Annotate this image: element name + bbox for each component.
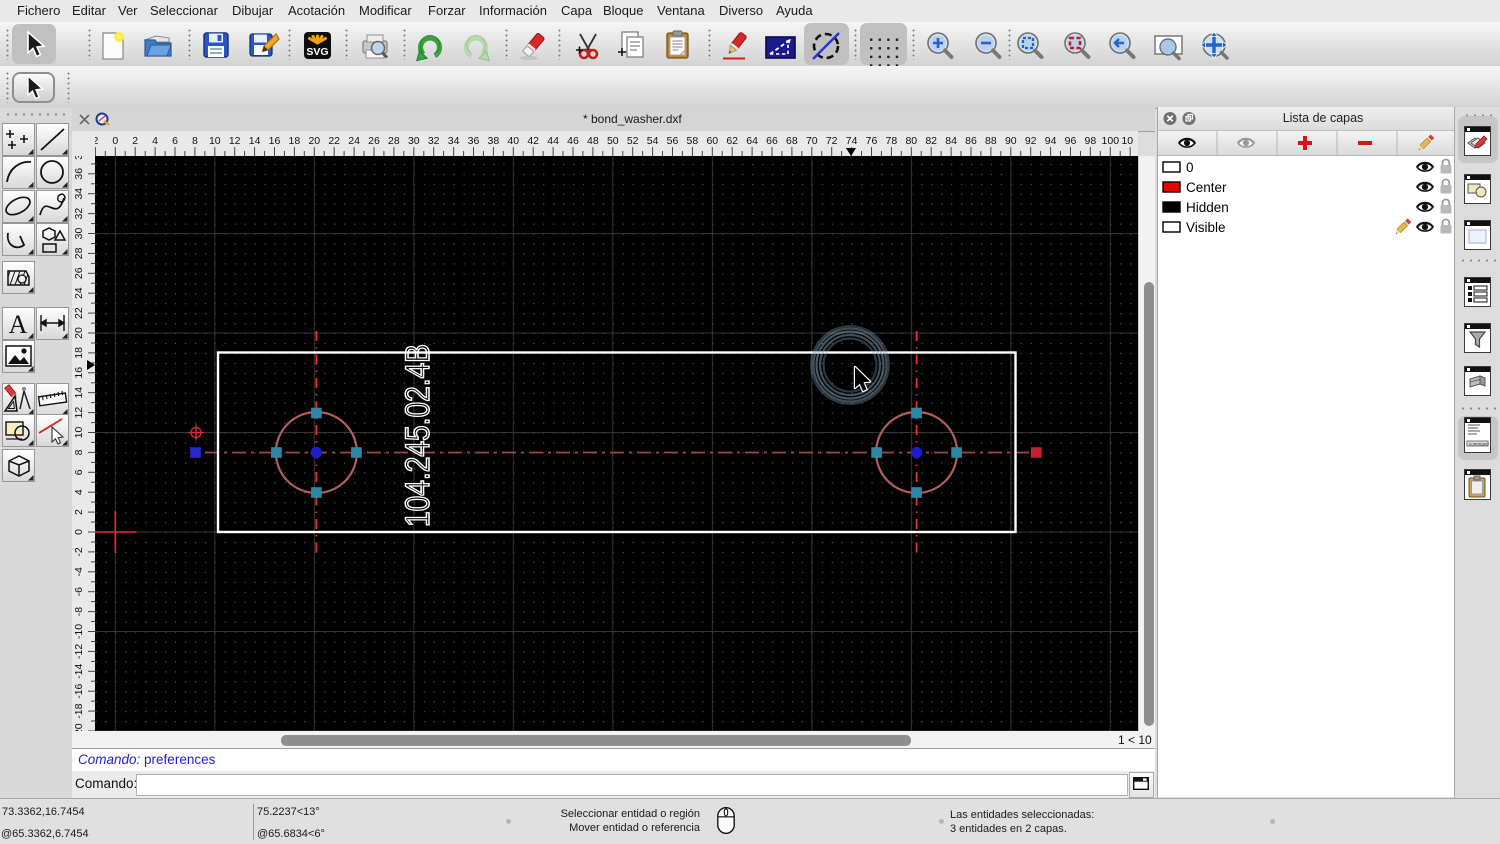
svg-text:4: 4 bbox=[73, 489, 85, 495]
svg-text:36: 36 bbox=[73, 168, 85, 180]
svg-text:26: 26 bbox=[368, 135, 380, 147]
svg-text:Visible: Visible bbox=[1186, 220, 1226, 235]
svg-text:10: 10 bbox=[209, 135, 221, 147]
svg-text:command: command bbox=[1469, 442, 1489, 447]
svg-text:12: 12 bbox=[229, 135, 241, 147]
svg-text:14: 14 bbox=[73, 387, 85, 399]
svg-text:34: 34 bbox=[448, 135, 460, 147]
svg-text:30: 30 bbox=[408, 135, 420, 147]
svg-text:16: 16 bbox=[73, 367, 85, 379]
svg-text:60: 60 bbox=[706, 135, 718, 147]
svg-text:82: 82 bbox=[925, 135, 937, 147]
svg-text:-20: -20 bbox=[73, 723, 85, 731]
svg-text:92: 92 bbox=[1025, 135, 1037, 147]
svg-text:78: 78 bbox=[886, 135, 898, 147]
svg-text:4: 4 bbox=[152, 135, 158, 147]
svg-text:36: 36 bbox=[468, 135, 480, 147]
svg-text:48: 48 bbox=[587, 135, 599, 147]
svg-text:54: 54 bbox=[647, 135, 659, 147]
svg-text:104.245.02.4B: 104.245.02.4B bbox=[399, 344, 437, 527]
svg-text:24: 24 bbox=[73, 287, 85, 299]
svg-text:46: 46 bbox=[567, 135, 579, 147]
svg-text:20: 20 bbox=[73, 327, 85, 339]
svg-text:76: 76 bbox=[866, 135, 878, 147]
svg-text:2: 2 bbox=[73, 509, 85, 515]
svg-text:40: 40 bbox=[507, 135, 519, 147]
svg-text:Hidden: Hidden bbox=[1186, 200, 1229, 215]
svg-text:18: 18 bbox=[73, 347, 85, 359]
svg-text:34: 34 bbox=[73, 188, 85, 200]
svg-text:-16: -16 bbox=[73, 683, 85, 698]
svg-text:6: 6 bbox=[73, 469, 85, 475]
svg-text:0: 0 bbox=[73, 529, 85, 535]
svg-text:90: 90 bbox=[1005, 135, 1017, 147]
svg-text:86: 86 bbox=[965, 135, 977, 147]
svg-text:8: 8 bbox=[192, 135, 198, 147]
svg-text:26: 26 bbox=[73, 267, 85, 279]
svg-text:Center: Center bbox=[1186, 180, 1227, 195]
svg-text:2: 2 bbox=[95, 135, 98, 147]
svg-text:100: 100 bbox=[1102, 135, 1120, 147]
svg-text:96: 96 bbox=[1065, 135, 1077, 147]
svg-text:32: 32 bbox=[428, 135, 440, 147]
svg-text:84: 84 bbox=[945, 135, 957, 147]
svg-text:22: 22 bbox=[73, 307, 85, 319]
svg-text:8: 8 bbox=[73, 449, 85, 455]
svg-text:-6: -6 bbox=[73, 587, 85, 596]
svg-text:66: 66 bbox=[766, 135, 778, 147]
svg-text:-4: -4 bbox=[73, 567, 85, 576]
svg-text:44: 44 bbox=[547, 135, 559, 147]
svg-text:-14: -14 bbox=[73, 664, 85, 679]
svg-text:18: 18 bbox=[289, 135, 301, 147]
svg-text:10: 10 bbox=[73, 427, 85, 439]
svg-text:-12: -12 bbox=[73, 644, 85, 659]
svg-text:68: 68 bbox=[786, 135, 798, 147]
svg-text:0: 0 bbox=[1186, 160, 1194, 175]
svg-text:A: A bbox=[9, 310, 28, 339]
svg-text:SVG: SVG bbox=[306, 46, 328, 58]
svg-text:24: 24 bbox=[348, 135, 360, 147]
svg-text:58: 58 bbox=[687, 135, 699, 147]
svg-text:-2: -2 bbox=[73, 547, 85, 556]
svg-text:16: 16 bbox=[269, 135, 281, 147]
svg-text:38: 38 bbox=[73, 156, 85, 160]
svg-text:22: 22 bbox=[328, 135, 340, 147]
svg-text:20: 20 bbox=[308, 135, 320, 147]
svg-text:38: 38 bbox=[488, 135, 500, 147]
svg-text:64: 64 bbox=[746, 135, 758, 147]
svg-text:-10: -10 bbox=[73, 624, 85, 639]
svg-text:102: 102 bbox=[1121, 135, 1133, 147]
svg-text:56: 56 bbox=[667, 135, 679, 147]
svg-text:72: 72 bbox=[826, 135, 838, 147]
svg-text:80: 80 bbox=[905, 135, 917, 147]
svg-text:32: 32 bbox=[73, 208, 85, 220]
svg-text:94: 94 bbox=[1045, 135, 1057, 147]
svg-text:50: 50 bbox=[607, 135, 619, 147]
svg-text:30: 30 bbox=[73, 228, 85, 240]
svg-text:98: 98 bbox=[1085, 135, 1097, 147]
svg-text:28: 28 bbox=[73, 247, 85, 259]
svg-text:88: 88 bbox=[985, 135, 997, 147]
svg-text:6: 6 bbox=[172, 135, 178, 147]
svg-text:-8: -8 bbox=[73, 607, 85, 616]
svg-text:74: 74 bbox=[846, 135, 858, 147]
svg-text:-18: -18 bbox=[73, 703, 85, 718]
svg-text:42: 42 bbox=[527, 135, 539, 147]
svg-text:52: 52 bbox=[627, 135, 639, 147]
svg-text:62: 62 bbox=[726, 135, 738, 147]
svg-text:12: 12 bbox=[73, 407, 85, 419]
svg-text:70: 70 bbox=[806, 135, 818, 147]
svg-text:2: 2 bbox=[132, 135, 138, 147]
svg-text:14: 14 bbox=[249, 135, 261, 147]
svg-text:28: 28 bbox=[388, 135, 400, 147]
svg-text:0: 0 bbox=[112, 135, 118, 147]
